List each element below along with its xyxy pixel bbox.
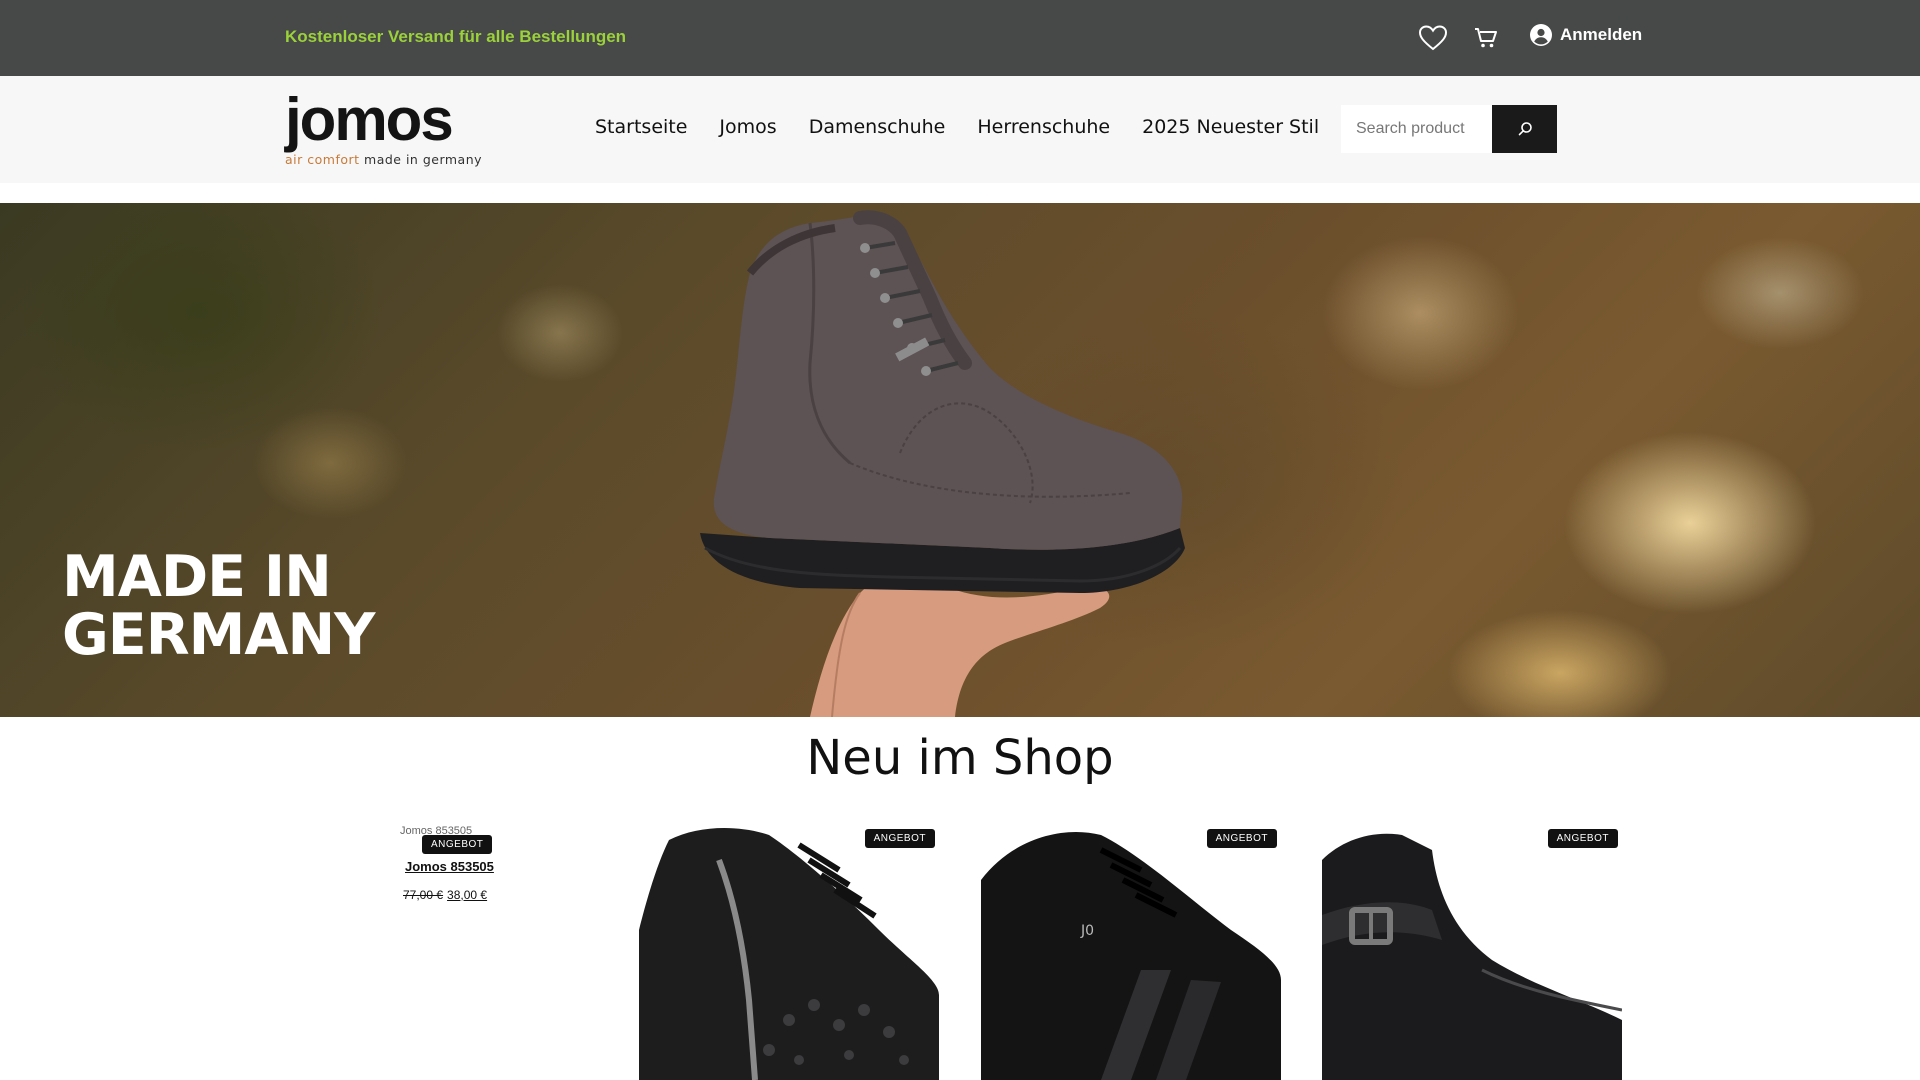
sale-price: 38,00 € xyxy=(447,888,488,902)
logo[interactable]: jomos air comfort made in germany xyxy=(285,90,507,170)
nav-damenschuhe[interactable]: Damenschuhe xyxy=(809,116,946,138)
sale-badge: ANGEBOT xyxy=(422,835,493,854)
login-button[interactable]: Anmelden xyxy=(1530,24,1642,46)
svg-text:J0: J0 xyxy=(1080,923,1094,939)
product-image xyxy=(639,820,939,1080)
product-name[interactable]: Jomos 853505 xyxy=(405,859,494,874)
cart-icon[interactable] xyxy=(1470,22,1502,54)
site-header: jomos air comfort made in germany Starts… xyxy=(0,76,1920,183)
search-input[interactable] xyxy=(1341,105,1492,153)
product-image: J0 xyxy=(981,820,1281,1080)
nav-neuester-stil[interactable]: 2025 Neuester Stil xyxy=(1142,116,1319,138)
hero-banner[interactable]: MADE IN GERMANY xyxy=(0,203,1920,717)
hero-headline: MADE IN GERMANY xyxy=(62,544,375,668)
sale-badge: ANGEBOT xyxy=(864,829,935,848)
user-icon xyxy=(1530,24,1552,46)
hero-headline-line2: GERMANY xyxy=(62,602,375,668)
sale-badge: ANGEBOT xyxy=(1206,829,1277,848)
search-icon xyxy=(1518,122,1532,136)
search-button[interactable] xyxy=(1492,105,1557,153)
product-card[interactable]: J0 ANGEBOT xyxy=(981,820,1281,1080)
hero-headline-line1: MADE IN xyxy=(62,544,332,610)
section-title: Neu im Shop xyxy=(806,730,1114,786)
old-price: 77,00 € xyxy=(403,888,444,902)
logo-tagline: air comfort made in germany xyxy=(285,152,507,167)
logo-tagline-rest: made in germany xyxy=(364,152,483,167)
nav-startseite[interactable]: Startseite xyxy=(595,116,687,138)
sale-badge: ANGEBOT xyxy=(1547,829,1618,848)
product-grid: Jomos 853505 ANGEBOT Jomos 853505 77,00 … xyxy=(0,820,1920,1080)
product-image xyxy=(1322,820,1622,1080)
top-bar: Kostenloser Versand für alle Bestellunge… xyxy=(0,0,1920,76)
nav-jomos[interactable]: Jomos xyxy=(719,116,776,138)
product-price: 77,00 €38,00 € xyxy=(403,888,487,902)
logo-wordmark: jomos xyxy=(285,86,454,153)
search-form xyxy=(1341,105,1557,153)
product-card[interactable]: ANGEBOT xyxy=(639,820,939,1080)
nav-herrenschuhe[interactable]: Herrenschuhe xyxy=(977,116,1110,138)
main-nav: Startseite Jomos Damenschuhe Herrenschuh… xyxy=(595,116,1319,138)
free-shipping-text: Kostenloser Versand für alle Bestellunge… xyxy=(285,27,627,46)
login-label: Anmelden xyxy=(1560,25,1643,44)
hero-boot-image xyxy=(700,210,1185,717)
heart-icon[interactable] xyxy=(1417,22,1449,54)
logo-tagline-accent: air comfort xyxy=(285,152,360,167)
product-card[interactable]: ANGEBOT xyxy=(1322,820,1622,1080)
product-card[interactable]: Jomos 853505 ANGEBOT Jomos 853505 77,00 … xyxy=(400,825,500,902)
